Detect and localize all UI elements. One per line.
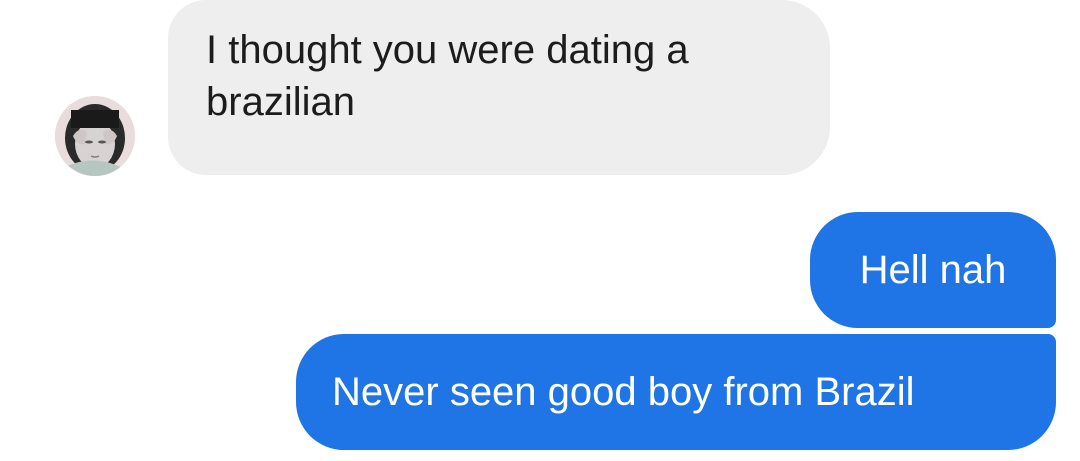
- message-bubble-incoming[interactable]: I thought you were dating a brazilian: [168, 0, 830, 175]
- avatar-photo-icon: [55, 96, 135, 176]
- contact-avatar[interactable]: [55, 96, 135, 176]
- message-bubble-outgoing[interactable]: Never seen good boy from Brazil: [296, 334, 1056, 450]
- message-bubble-outgoing[interactable]: Hell nah: [810, 212, 1056, 328]
